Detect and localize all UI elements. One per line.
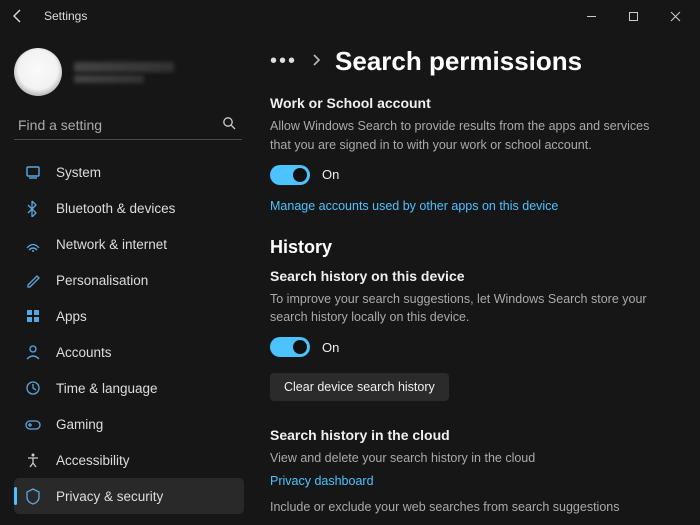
sidebar-item-privacy[interactable]: Privacy & security — [14, 478, 244, 514]
profile-name-redacted — [74, 62, 174, 72]
accounts-icon — [24, 343, 42, 361]
maximize-icon — [628, 11, 639, 22]
sidebar-item-label: Apps — [56, 309, 87, 324]
history-device-toggle[interactable] — [270, 337, 310, 357]
sidebar-item-label: Gaming — [56, 417, 103, 432]
search-icon — [222, 116, 236, 133]
work-school-toggle[interactable] — [270, 165, 310, 185]
sidebar-item-label: Personalisation — [56, 273, 148, 288]
back-button[interactable] — [4, 2, 32, 30]
sidebar-item-time[interactable]: Time & language — [14, 370, 244, 406]
search-input[interactable] — [18, 117, 222, 133]
history-cloud-desc: View and delete your search history in t… — [270, 449, 670, 468]
arrow-left-icon — [10, 8, 26, 24]
sidebar-item-gaming[interactable]: Gaming — [14, 406, 244, 442]
bluetooth-icon — [24, 199, 42, 217]
chevron-right-icon — [311, 53, 321, 70]
gaming-icon — [24, 415, 42, 433]
sidebar-item-apps[interactable]: Apps — [14, 298, 244, 334]
time-icon — [24, 379, 42, 397]
sidebar-item-label: Bluetooth & devices — [56, 201, 175, 216]
window-title: Settings — [44, 9, 87, 23]
user-profile[interactable] — [14, 42, 244, 110]
sidebar-item-personalisation[interactable]: Personalisation — [14, 262, 244, 298]
sidebar-item-label: Network & internet — [56, 237, 167, 252]
sidebar-item-system[interactable]: System — [14, 154, 244, 190]
profile-email-redacted — [74, 75, 144, 83]
nav-list: System Bluetooth & devices Network & inter… — [14, 150, 244, 521]
sidebar-item-accessibility[interactable]: Accessibility — [14, 442, 244, 478]
history-device-desc: To improve your search suggestions, let … — [270, 290, 670, 328]
privacy-dashboard-link[interactable]: Privacy dashboard — [270, 474, 374, 488]
sidebar-item-label: Accessibility — [56, 453, 130, 468]
personalisation-icon — [24, 271, 42, 289]
history-heading: History — [270, 237, 670, 258]
sidebar-item-bluetooth[interactable]: Bluetooth & devices — [14, 190, 244, 226]
find-setting-search[interactable] — [14, 110, 242, 140]
sidebar-item-network[interactable]: Network & internet — [14, 226, 244, 262]
accessibility-icon — [24, 451, 42, 469]
breadcrumb-more-icon[interactable]: ••• — [270, 50, 297, 73]
web-search-note: Include or exclude your web searches fro… — [270, 498, 670, 517]
close-button[interactable] — [654, 2, 696, 30]
minimize-icon — [586, 11, 597, 22]
work-school-toggle-label: On — [322, 167, 339, 182]
sidebar-item-accounts[interactable]: Accounts — [14, 334, 244, 370]
privacy-icon — [24, 487, 42, 505]
sidebar-item-label: Time & language — [56, 381, 158, 396]
minimize-button[interactable] — [570, 2, 612, 30]
sidebar-item-label: System — [56, 165, 101, 180]
network-icon — [24, 235, 42, 253]
page-title: Search permissions — [335, 46, 582, 77]
sidebar-item-update[interactable]: Windows Update — [14, 514, 244, 521]
avatar — [14, 48, 62, 96]
sidebar-item-label: Accounts — [56, 345, 112, 360]
history-cloud-subtitle: Search history in the cloud — [270, 427, 670, 443]
manage-accounts-link[interactable]: Manage accounts used by other apps on th… — [270, 199, 558, 213]
breadcrumb: ••• Search permissions — [270, 46, 670, 77]
close-icon — [670, 11, 681, 22]
history-device-toggle-label: On — [322, 340, 339, 355]
system-icon — [24, 163, 42, 181]
clear-history-button[interactable]: Clear device search history — [270, 373, 449, 401]
apps-icon — [24, 307, 42, 325]
work-school-desc: Allow Windows Search to provide results … — [270, 117, 670, 155]
history-device-subtitle: Search history on this device — [270, 268, 670, 284]
work-school-subtitle: Work or School account — [270, 95, 670, 111]
maximize-button[interactable] — [612, 2, 654, 30]
sidebar-item-label: Privacy & security — [56, 489, 163, 504]
